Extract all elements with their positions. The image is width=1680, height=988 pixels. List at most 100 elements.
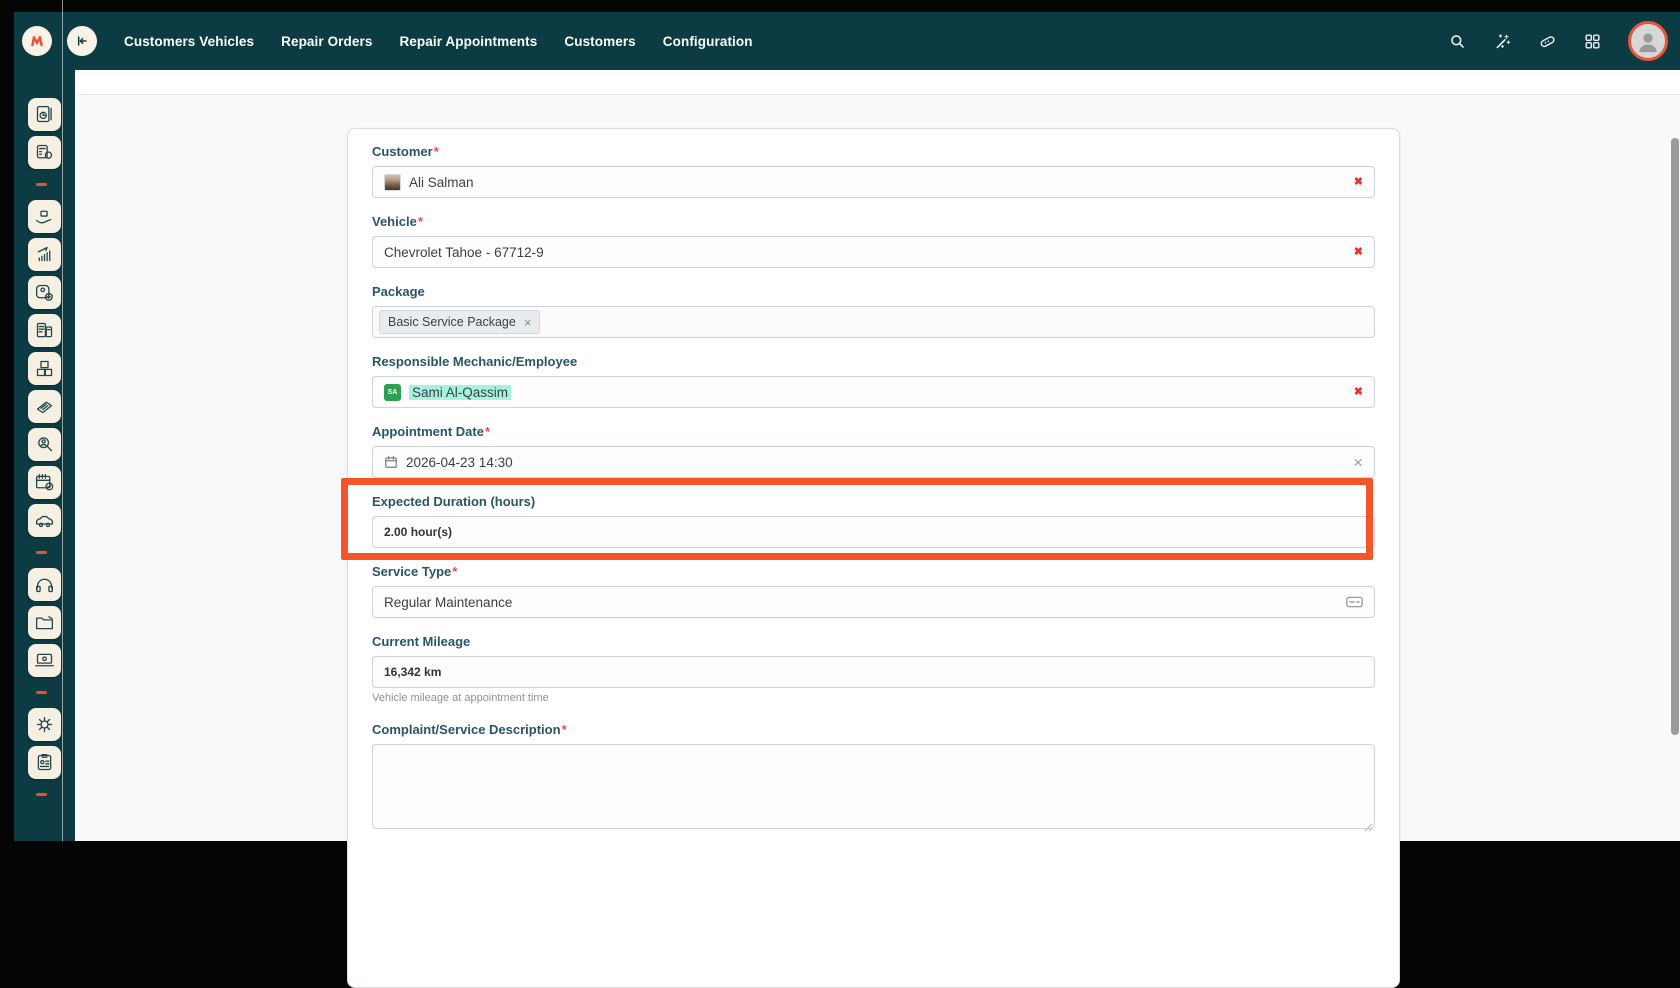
magic-wand-icon[interactable]	[1493, 32, 1512, 51]
selection-field-icon[interactable]	[1346, 596, 1363, 608]
field-duration: Expected Duration (hours) 2.00 hour(s)	[372, 494, 1375, 548]
sidebar-app-clipboard-person[interactable]	[28, 746, 61, 779]
main-content: Customer* Ali Salman ✖ Vehicle* Chevrole…	[75, 70, 1680, 841]
sidebar-app-calendar-check[interactable]	[28, 466, 61, 499]
field-vehicle: Vehicle* Chevrolet Tahoe - 67712-9 ✖	[372, 214, 1375, 268]
mechanic-avatar: SA	[384, 384, 401, 401]
complaint-label: Complaint/Service Description	[372, 722, 561, 737]
sidebar-app-headphones[interactable]	[28, 568, 61, 601]
service-type-value: Regular Maintenance	[384, 595, 1338, 610]
folder-icon	[34, 612, 55, 633]
sidebar-app-journal-clock[interactable]	[28, 98, 61, 131]
growth-chart-icon	[34, 244, 55, 265]
clear-date-icon[interactable]: ×	[1353, 454, 1363, 471]
sidebar-app-growth-chart[interactable]	[28, 238, 61, 271]
vehicle-value: Chevrolet Tahoe - 67712-9	[384, 245, 1346, 260]
appointment-form-card: Customer* Ali Salman ✖ Vehicle* Chevrole…	[347, 128, 1400, 988]
nav-item-configuration[interactable]: Configuration	[663, 34, 753, 49]
field-mileage: Current Mileage 16,342 km Vehicle mileag…	[372, 634, 1375, 706]
sidebar-app-hand-service[interactable]	[28, 200, 61, 233]
nav-menu: Customers Vehicles Repair Orders Repair …	[124, 34, 753, 49]
mileage-help-text: Vehicle mileage at appointment time	[372, 692, 1375, 706]
mileage-value: 16,342 km	[384, 665, 1363, 679]
sidebar-separator	[36, 551, 47, 554]
appointment-date-label: Appointment Date	[372, 424, 484, 439]
sidebar-app-pos-terminal[interactable]	[28, 390, 61, 423]
mileage-label: Current Mileage	[372, 634, 470, 649]
sidebar-app-laptop[interactable]	[28, 644, 61, 677]
car-icon	[34, 510, 55, 531]
sidebar-app-calculator[interactable]	[28, 136, 61, 169]
appointment-date-input[interactable]: 2026-04-23 14:30 ×	[372, 446, 1375, 478]
app-logo[interactable]	[22, 26, 52, 56]
nav-item-customers-vehicles[interactable]: Customers Vehicles	[124, 34, 254, 49]
field-mechanic: Responsible Mechanic/Employee SA Sami Al…	[372, 354, 1375, 408]
customer-input[interactable]: Ali Salman ✖	[372, 166, 1375, 198]
mechanic-name-highlight: Sami Al-Qassim	[409, 385, 511, 400]
vehicle-label: Vehicle	[372, 214, 417, 229]
field-service-type: Service Type* Regular Maintenance	[372, 564, 1375, 618]
service-type-input[interactable]: Regular Maintenance	[372, 586, 1375, 618]
top-navbar: Customers Vehicles Repair Orders Repair …	[14, 12, 1680, 70]
sidebar-app-scale[interactable]	[28, 276, 61, 309]
user-avatar[interactable]	[1628, 21, 1668, 61]
journal-clock-icon	[34, 104, 55, 125]
sidebar-separator	[36, 691, 47, 694]
sidebar-app-packages[interactable]	[28, 352, 61, 385]
nav-right-icons	[1448, 12, 1680, 70]
gear-icon	[34, 714, 55, 735]
vehicle-input[interactable]: Chevrolet Tahoe - 67712-9 ✖	[372, 236, 1375, 268]
complaint-textarea[interactable]	[372, 744, 1375, 829]
sidebar-app-clipboard-calculator[interactable]	[28, 314, 61, 347]
nav-item-repair-orders[interactable]: Repair Orders	[281, 34, 372, 49]
service-type-label: Service Type	[372, 564, 451, 579]
person-silhouette-icon	[1634, 27, 1662, 55]
sidebar-app-settings[interactable]	[28, 708, 61, 741]
sidebar-toggle-button[interactable]	[67, 26, 97, 56]
sidebar-app-car[interactable]	[28, 504, 61, 537]
customer-avatar	[384, 174, 401, 191]
collapse-arrow-icon	[74, 33, 90, 49]
sidebar-divider-line	[62, 0, 63, 841]
clear-customer-icon[interactable]: ✖	[1354, 177, 1363, 188]
nav-item-customers[interactable]: Customers	[564, 34, 635, 49]
duration-input[interactable]: 2.00 hour(s)	[372, 516, 1375, 548]
field-appointment-date: Appointment Date* 2026-04-23 14:30 ×	[372, 424, 1375, 478]
vertical-scrollbar[interactable]	[1671, 138, 1679, 735]
clear-mechanic-icon[interactable]: ✖	[1354, 387, 1363, 398]
field-complaint: Complaint/Service Description*	[372, 722, 1375, 834]
nav-item-repair-appointments[interactable]: Repair Appointments	[399, 34, 537, 49]
required-asterisk: *	[452, 564, 457, 579]
customer-label: Customer	[372, 144, 433, 159]
clear-vehicle-icon[interactable]: ✖	[1354, 247, 1363, 258]
mechanic-label: Responsible Mechanic/Employee	[372, 354, 577, 369]
required-asterisk: *	[485, 424, 490, 439]
search-person-icon	[34, 434, 55, 455]
logo-mark-icon	[27, 31, 47, 51]
sidebar-separator	[36, 183, 47, 186]
sidebar-app-search-person[interactable]	[28, 428, 61, 461]
sidebar-app-folder[interactable]	[28, 606, 61, 639]
control-panel-band	[75, 70, 1680, 95]
package-input[interactable]: Basic Service Package ×	[372, 306, 1375, 338]
duration-label: Expected Duration (hours)	[372, 494, 535, 509]
search-icon[interactable]	[1448, 32, 1467, 51]
mileage-input[interactable]: 16,342 km	[372, 656, 1375, 688]
field-package: Package Basic Service Package ×	[372, 284, 1375, 338]
package-label: Package	[372, 284, 425, 299]
calculator-icon	[34, 142, 55, 163]
package-tag[interactable]: Basic Service Package ×	[379, 310, 540, 334]
apps-grid-icon[interactable]	[1583, 32, 1602, 51]
customer-value: Ali Salman	[409, 175, 1346, 190]
calendar-check-icon	[34, 472, 55, 493]
required-asterisk: *	[434, 144, 439, 159]
capsule-icon[interactable]	[1538, 32, 1557, 51]
mechanic-input[interactable]: SA Sami Al-Qassim ✖	[372, 376, 1375, 408]
apps-sidebar	[14, 70, 75, 841]
clipboard-person-icon	[34, 752, 55, 773]
mechanic-value: Sami Al-Qassim	[409, 385, 1346, 400]
pos-terminal-icon	[34, 396, 55, 417]
remove-tag-icon[interactable]: ×	[524, 316, 532, 329]
clipboard-calculator-icon	[34, 320, 55, 341]
hand-service-icon	[34, 206, 55, 227]
